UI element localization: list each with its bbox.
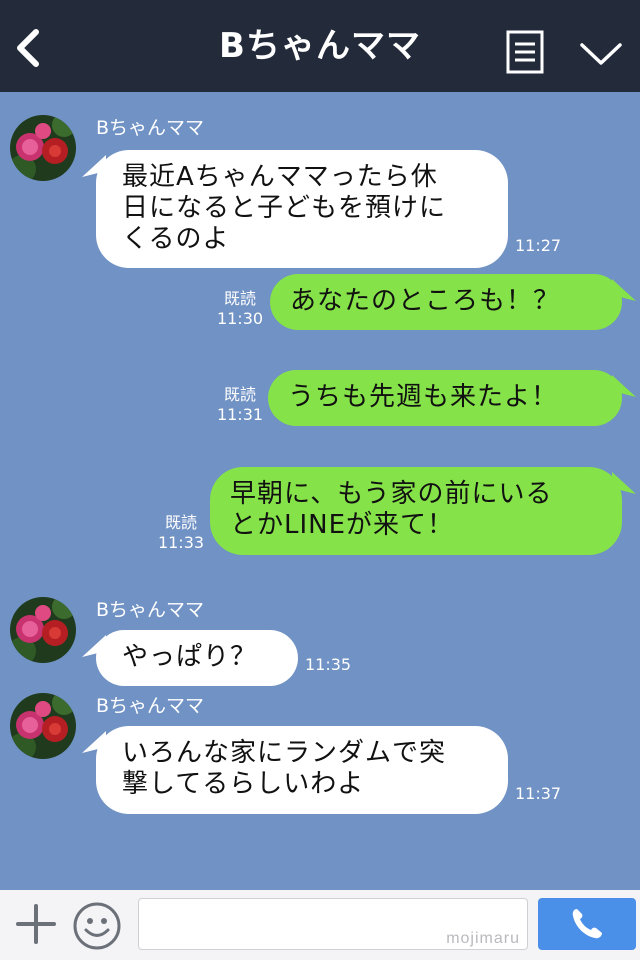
notes-icon[interactable] [506,30,544,74]
chevron-down-icon[interactable] [578,38,624,68]
read-receipt: 既読 11:31 [216,385,264,424]
chat-area[interactable]: Bちゃんママ 最近Aちゃんママったら休 日になると子どもを預けに くるのよ 11… [0,92,640,890]
sender-name: Bちゃんママ [96,117,205,139]
read-receipt: 既読 11:30 [216,289,264,328]
call-button[interactable] [538,898,636,950]
avatar[interactable] [10,115,76,181]
message-time: 11:35 [305,655,352,674]
phone-icon [568,906,606,942]
plus-icon[interactable] [14,902,58,946]
message-input-bar: mojimaru [0,890,640,960]
message-time: 11:27 [515,236,562,255]
message-bubble[interactable]: あなたのところも！？ [270,274,622,330]
message-bubble[interactable]: 最近Aちゃんママったら休 日になると子どもを預けに くるのよ [96,150,508,268]
sender-name: Bちゃんママ [96,599,205,621]
chat-title: Bちゃんママ [219,26,421,66]
watermark: mojimaru [446,930,520,947]
message-bubble[interactable]: うちも先週も来たよ！ [268,370,622,426]
chat-header: Bちゃんママ [0,0,640,92]
avatar[interactable] [10,597,76,663]
message-bubble[interactable]: やっぱり？ [96,630,298,686]
emoji-smiley-icon[interactable] [72,901,122,951]
message-time: 11:37 [515,784,562,803]
read-receipt: 既読 11:33 [157,513,205,552]
message-bubble[interactable]: 早朝に、もう家の前にいる とかLINEが来て！ [210,467,622,555]
avatar[interactable] [10,693,76,759]
message-bubble[interactable]: いろんな家にランダムで突 撃してるらしいわよ [96,726,508,814]
sender-name: Bちゃんママ [96,695,205,717]
